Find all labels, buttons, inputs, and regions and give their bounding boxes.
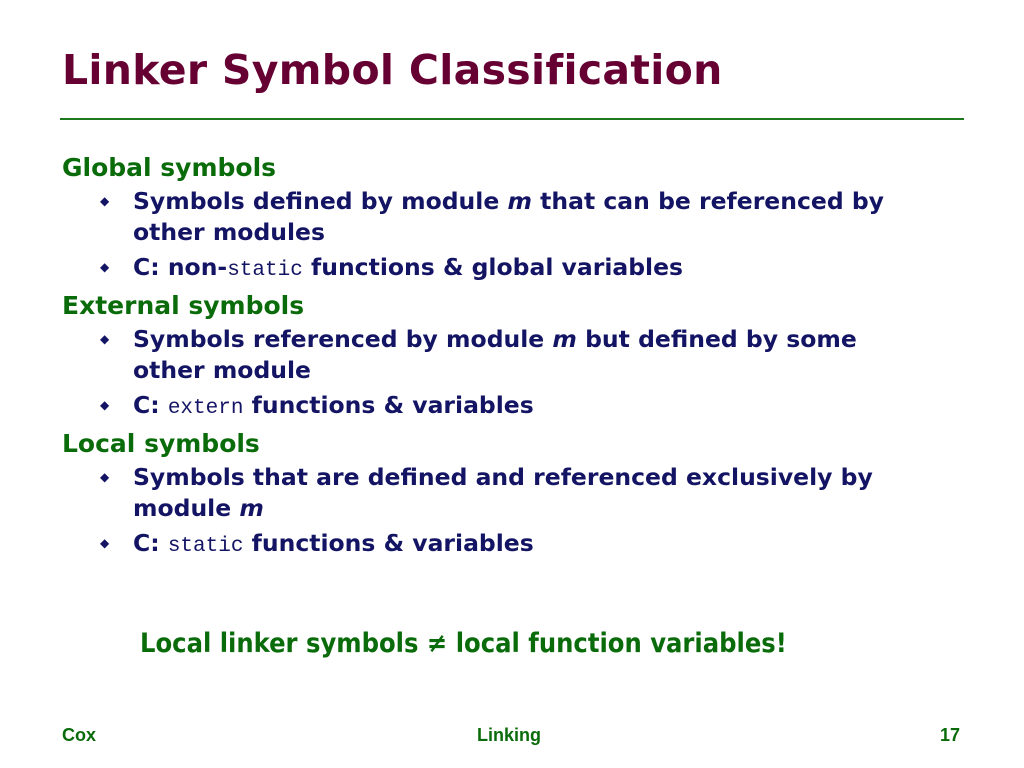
bullet-list: ◆ Symbols referenced by module m but def… — [62, 324, 962, 424]
bullet-item: ◆ Symbols referenced by module m but def… — [62, 324, 893, 386]
diamond-bullet-icon: ◆ — [100, 470, 110, 484]
item-text: Symbols referenced by module — [133, 325, 553, 353]
item-text: C: — [133, 529, 168, 557]
item-text: C: — [133, 391, 168, 419]
bullet-list: ◆ Symbols defined by module m that can b… — [62, 186, 962, 286]
item-text: Symbols defined by module — [133, 187, 508, 215]
section-heading: Local symbols — [62, 429, 260, 458]
highlight-note: Local linker symbols ≠ local function va… — [140, 628, 787, 659]
footer-author: Cox — [62, 725, 97, 745]
diamond-bullet-icon: ◆ — [100, 332, 110, 346]
bullet-list: ◆ Symbols that are defined and reference… — [62, 462, 962, 562]
section-heading: External symbols — [62, 291, 305, 320]
bullet-item: ◆ Symbols that are defined and reference… — [62, 462, 893, 524]
bullet-item: ◆ Symbols defined by module m that can b… — [62, 186, 893, 248]
item-text: C: non- — [133, 253, 228, 281]
diamond-bullet-icon: ◆ — [100, 194, 110, 208]
diamond-bullet-icon: ◆ — [100, 260, 110, 274]
section-local-symbols: Local symbols ◆ Symbols that are defined… — [62, 428, 962, 562]
item-emphasis: m — [507, 187, 532, 215]
item-text: functions & variables — [243, 529, 534, 557]
slide-title: Linker Symbol Classification — [62, 46, 723, 94]
bullet-item: ◆ C: non-static functions & global varia… — [62, 252, 893, 286]
section-external-symbols: External symbols ◆ Symbols referenced by… — [62, 290, 962, 424]
diamond-bullet-icon: ◆ — [100, 398, 110, 412]
section-global-symbols: Global symbols ◆ Symbols defined by modu… — [62, 152, 962, 286]
section-heading: Global symbols — [62, 153, 277, 182]
slide-content: Global symbols ◆ Symbols defined by modu… — [62, 152, 962, 566]
item-code: static — [167, 535, 244, 558]
item-emphasis: m — [239, 494, 264, 522]
item-code: extern — [167, 397, 244, 420]
footer-page-number: 17 — [940, 725, 961, 745]
item-code: static — [227, 259, 303, 282]
bullet-item: ◆ C: static functions & variables — [62, 528, 893, 562]
footer-topic: Linking — [477, 725, 541, 745]
item-emphasis: m — [552, 325, 577, 353]
item-text: functions & global variables — [302, 253, 684, 281]
item-text: functions & variables — [243, 391, 534, 419]
diamond-bullet-icon: ◆ — [100, 536, 110, 550]
bullet-item: ◆ C: extern functions & variables — [62, 390, 893, 424]
title-divider — [60, 118, 964, 120]
